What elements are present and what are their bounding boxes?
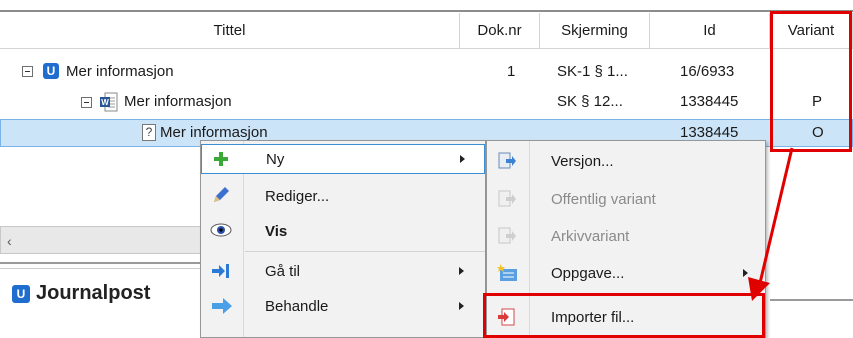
menu-item-vis[interactable]: Vis [201,216,485,246]
column-header-label: Id [703,22,716,39]
version-doc-icon [497,151,517,175]
row-title: Mer informasjon [66,63,174,80]
menu-item-label: Gå til [265,262,301,280]
menu-item-label: Offentlig variant [551,190,656,208]
doc-icon [497,226,517,250]
collapse-icon[interactable] [22,66,33,77]
submenu-arrow-icon [459,267,464,275]
journalpost-title: Journalpost [36,282,151,304]
row-doknr: 1 [507,63,516,80]
u-badge-icon: U [12,285,30,303]
menu-item-ga-til[interactable]: Gå til [201,256,485,286]
submenu-item-versjon[interactable]: Versjon... [487,146,765,176]
menu-item-label: Behandle [265,297,329,315]
menu-item-label: Vis [265,222,288,240]
eye-icon [210,223,232,241]
row-skjerming: SK § 12... [557,93,623,110]
panel-separator [0,268,210,269]
goto-arrow-icon [211,262,231,284]
unknown-file-icon: ? [142,124,156,141]
menu-separator [245,251,485,252]
variant-highlight-box [770,11,852,152]
column-header-tittel[interactable]: Tittel [0,13,460,49]
column-header-label: Dok.nr [477,22,522,39]
submenu-item-offentlig-variant[interactable]: Offentlig variant [487,184,765,214]
scroll-left-icon[interactable]: ‹ [7,233,12,249]
row-title: Mer informasjon [124,93,232,110]
task-icon [497,263,519,287]
column-header-id[interactable]: Id [650,13,770,49]
word-document-icon: W [100,92,118,112]
importer-fil-highlight-box [483,293,765,338]
svg-text:W: W [101,98,109,107]
table-row[interactable]: U Mer informasjon 1 SK-1 § 1... 16/6933 [0,58,853,86]
row-id: 16/6933 [680,63,735,80]
menu-item-rediger[interactable]: Rediger... [201,181,485,211]
menu-item-label: Oppgave... [551,264,625,282]
menu-item-behandle[interactable]: Behandle [201,291,485,321]
u-badge-icon: U [43,63,59,79]
top-border [0,0,853,12]
context-menu: Ny Rediger... Vis Gå til Behandle [200,140,486,338]
collapse-icon[interactable] [81,97,92,108]
horizontal-scrollbar[interactable]: ‹ [0,226,210,254]
doc-icon [497,189,517,213]
column-header-label: Tittel [213,22,246,39]
row-id: 1338445 [680,93,739,110]
process-arrow-icon [211,297,233,319]
menu-item-ny[interactable]: Ny [201,144,485,174]
menu-item-label: Arkivvariant [551,227,630,245]
submenu-item-arkivvariant[interactable]: Arkivvariant [487,221,765,251]
menu-item-label: Rediger... [265,187,330,205]
submenu-arrow-icon [459,302,464,310]
red-arrow-annotation [748,147,794,301]
column-header-label: Skjerming [561,22,628,39]
pencil-icon [211,185,231,209]
submenu-item-oppgave[interactable]: Oppgave... [487,258,765,288]
panel-separator [0,262,210,264]
column-header-skjerming[interactable]: Skjerming [540,13,650,49]
row-skjerming: SK-1 § 1... [557,63,628,80]
menu-item-label: Versjon... [551,152,614,170]
submenu-arrow-icon [460,155,465,163]
table-row[interactable]: W Mer informasjon SK § 12... 1338445 P [0,88,853,116]
column-header-doknr[interactable]: Dok.nr [460,13,540,49]
green-plus-icon [212,150,230,172]
menu-item-label: Ny [266,150,285,168]
